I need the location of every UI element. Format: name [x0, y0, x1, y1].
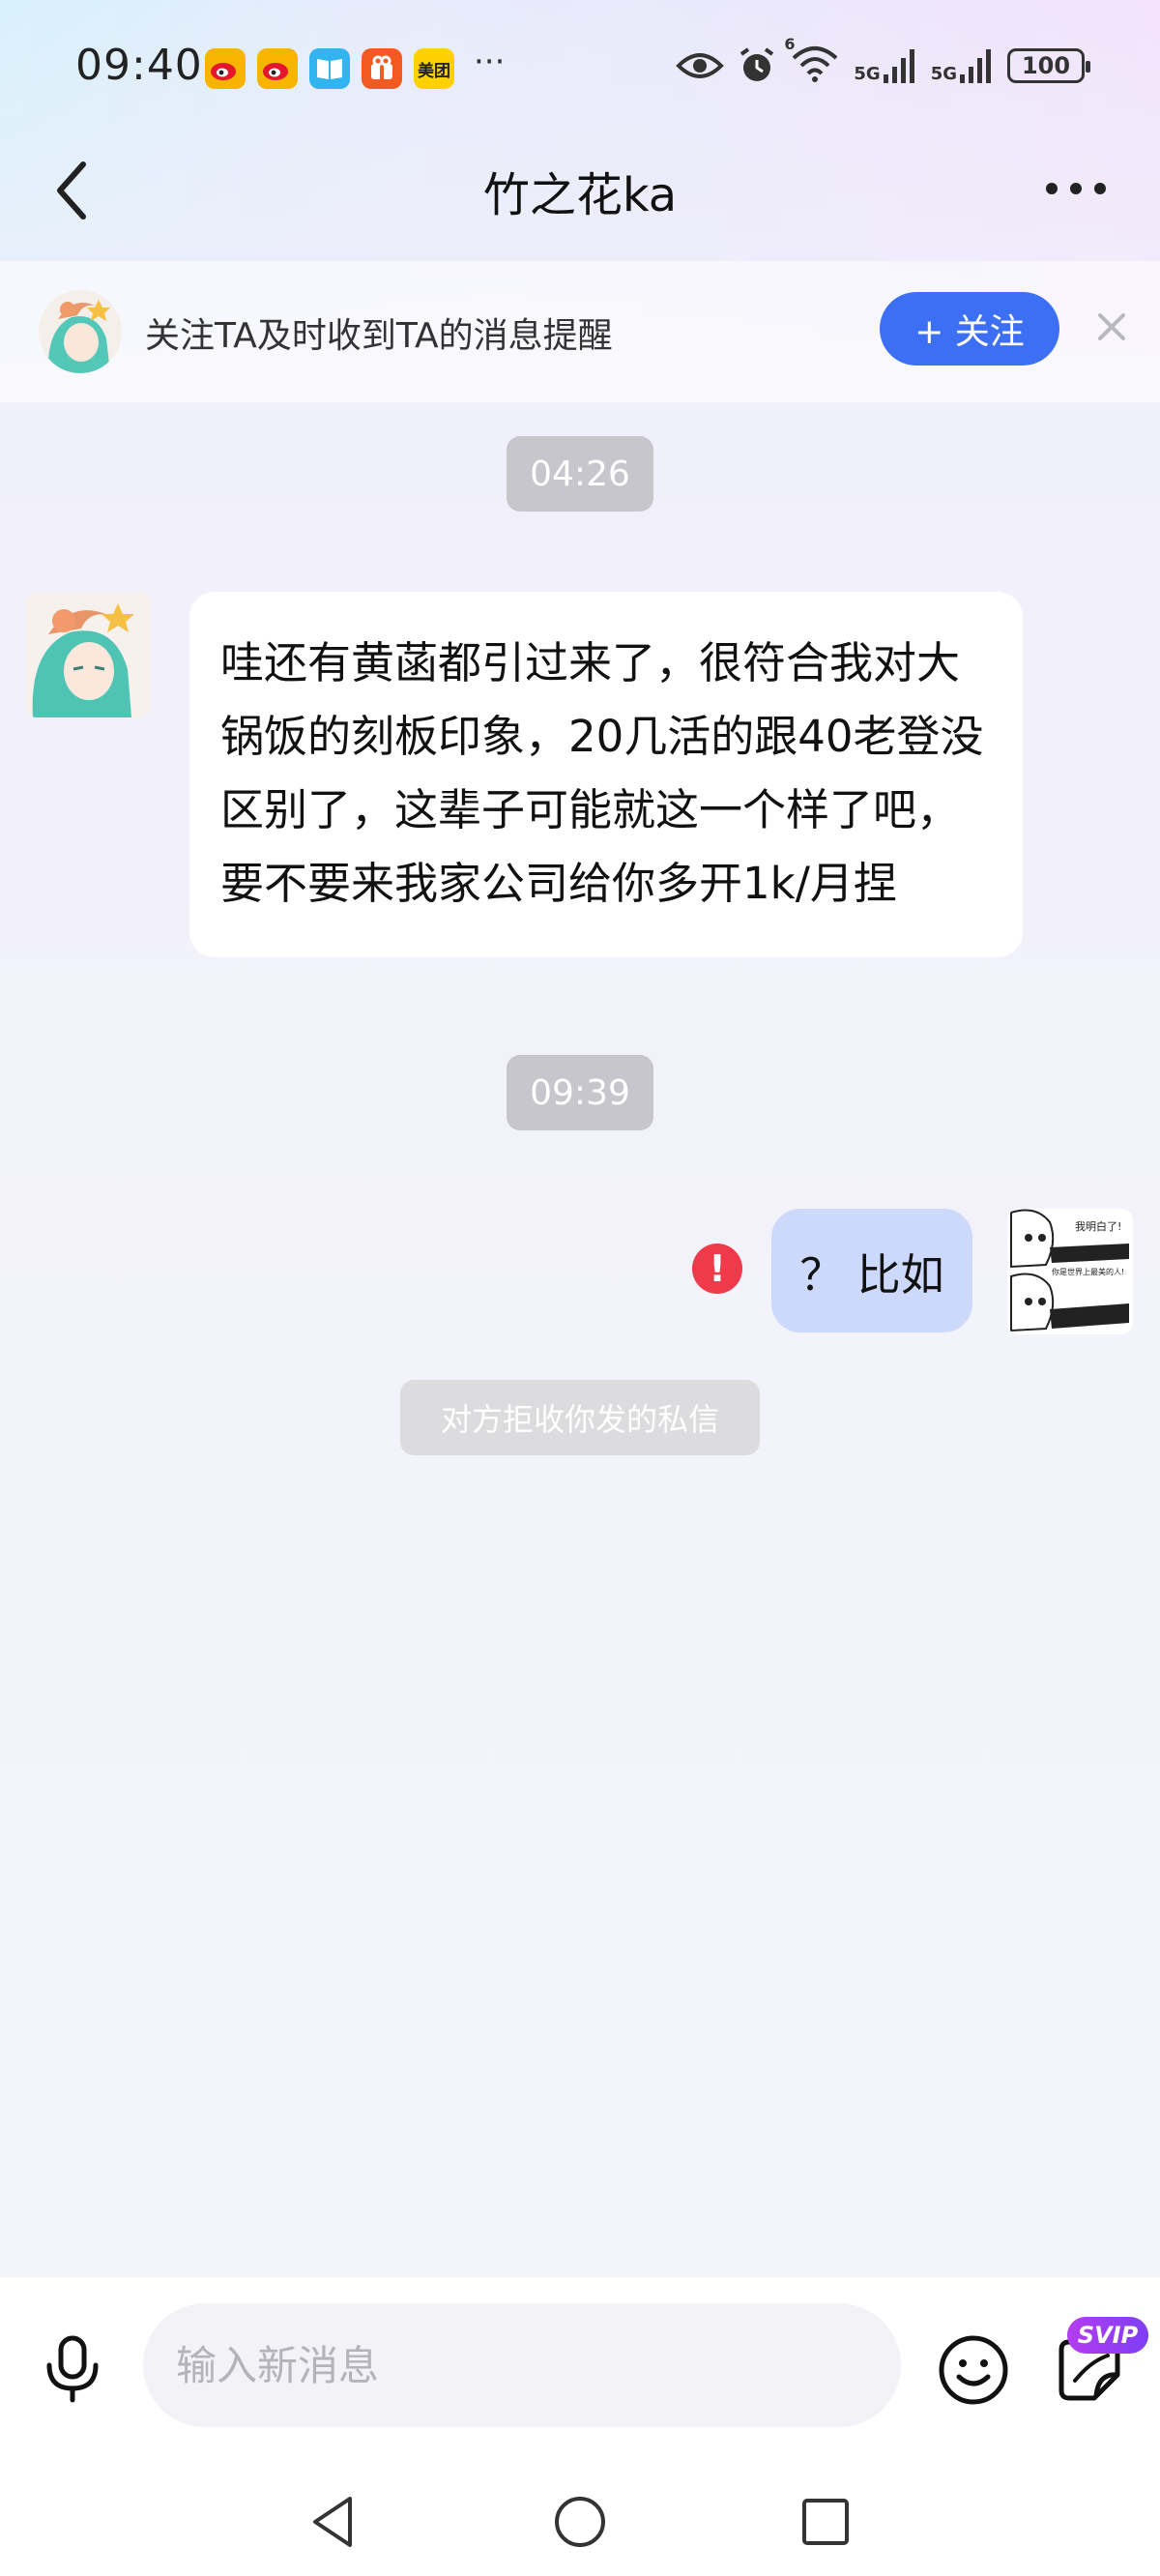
status-bar: 09:40 美团 ··· 6 5G 5G 100	[0, 0, 1160, 145]
follow-banner-text: 关注TA及时收到TA的消息提醒	[145, 316, 613, 356]
book-icon	[309, 48, 350, 89]
page-title: 竹之花ka	[482, 168, 678, 222]
emoji-button[interactable]	[936, 2332, 1011, 2408]
wifi-indicator: 6	[784, 35, 840, 87]
system-notice: 对方拒收你发的私信	[400, 1380, 760, 1455]
weibo-icon	[205, 48, 246, 89]
signal-bars-icon	[960, 49, 991, 83]
gift-icon	[362, 48, 402, 89]
close-banner-button[interactable]	[1092, 307, 1131, 346]
more-options-button[interactable]	[1042, 164, 1110, 213]
more-dots-icon	[1046, 183, 1106, 194]
timestamp: 04:26	[507, 436, 653, 512]
sender-avatar[interactable]	[25, 592, 151, 717]
anime-avatar-icon	[39, 290, 122, 373]
wifi-icon	[793, 46, 838, 82]
circle-home-icon	[555, 2497, 605, 2547]
meituan-icon: 美团	[414, 48, 454, 89]
status-more-dots: ···	[474, 43, 506, 81]
incoming-message-bubble[interactable]: 哇还有黄菡都引过来了，很符合我对大锅饭的刻板印象，20几活的跟40老登没区别了，…	[189, 592, 1023, 957]
eye-icon	[676, 53, 725, 78]
send-failed-icon[interactable]: !	[692, 1244, 742, 1294]
close-icon	[1098, 313, 1125, 340]
nav-home-button[interactable]	[551, 2493, 609, 2551]
status-app-icons: 美团	[205, 48, 454, 89]
smiley-icon	[939, 2335, 1008, 2405]
signal-bars-icon	[883, 49, 914, 83]
follow-button[interactable]: + 关注	[880, 292, 1059, 366]
wifi-label: 6	[784, 35, 796, 53]
signal-2: 5G	[931, 47, 994, 84]
triangle-back-icon	[313, 2497, 352, 2547]
outgoing-message-bubble[interactable]: ？ 比如	[771, 1209, 972, 1332]
message-input[interactable]	[143, 2303, 901, 2427]
square-recents-icon	[802, 2499, 849, 2545]
alarm-icon	[740, 47, 774, 81]
network-type-1: 5G	[854, 64, 881, 84]
signal-1: 5G	[854, 47, 916, 84]
status-right-indicators: 6 5G 5G 100	[676, 35, 1090, 87]
svip-badge: SVIP	[1067, 2317, 1148, 2354]
timestamp: 09:39	[507, 1055, 653, 1130]
banner-avatar[interactable]	[39, 290, 122, 373]
battery-indicator: 100	[1007, 48, 1090, 83]
weibo-icon	[257, 48, 298, 89]
network-type-2: 5G	[930, 64, 957, 84]
my-avatar[interactable]: 我明白了! 你是世界上最美的人!	[1007, 1209, 1133, 1334]
nav-recents-button[interactable]	[797, 2493, 855, 2551]
voice-button[interactable]	[37, 2332, 108, 2404]
sticker-caption-bottom: 你是世界上最美的人!	[1052, 1267, 1124, 1276]
status-time: 09:40	[75, 41, 203, 90]
anime-avatar-icon	[25, 592, 151, 717]
manga-sticker-avatar-icon: 我明白了! 你是世界上最美的人!	[1007, 1209, 1133, 1334]
sticker-caption-top: 我明白了!	[1075, 1219, 1121, 1233]
microphone-icon	[46, 2335, 99, 2403]
nav-back-button[interactable]	[305, 2493, 363, 2551]
